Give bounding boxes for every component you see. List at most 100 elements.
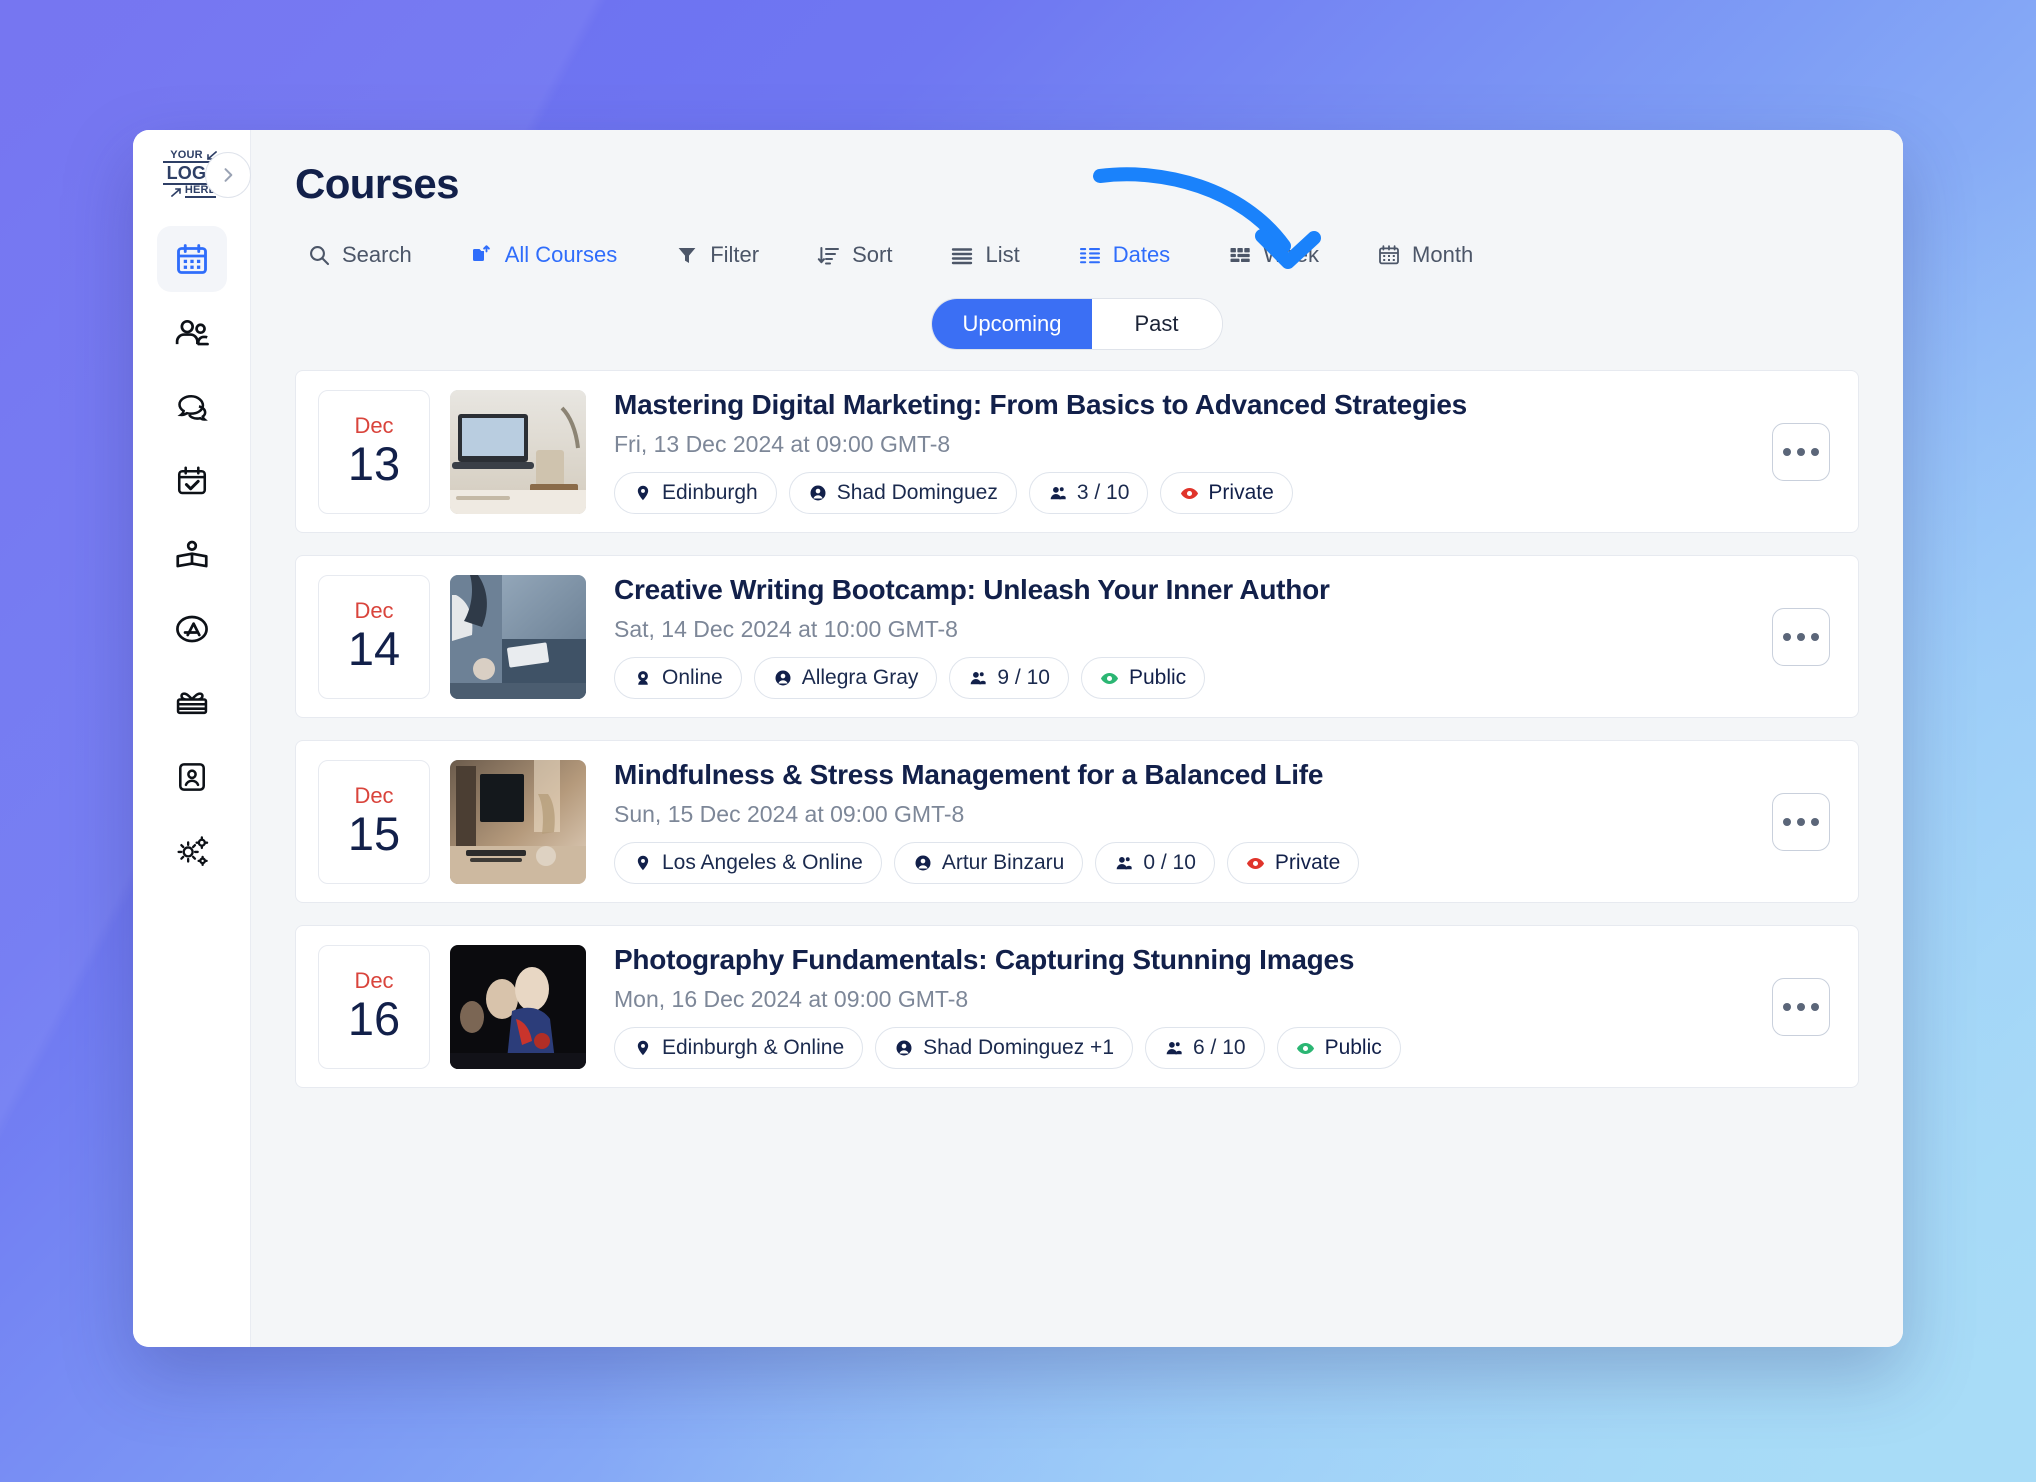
search-icon [307,243,331,267]
course-info: Creative Writing Bootcamp: Unleash Your … [606,574,1752,699]
pill-label: Artur Binzaru [941,851,1065,874]
sidebar-collapse-button[interactable] [205,152,251,198]
toolbar-label-filter: Filter [710,242,760,267]
filter-icon [675,243,699,267]
course-more-button[interactable] [1772,792,1830,851]
pill-attendance[interactable]: 3 / 10 [1028,472,1149,514]
sidebar-item-calendar[interactable] [156,226,227,292]
sidebar-item-tasks[interactable] [157,448,227,514]
pill-visibility[interactable]: Public [1276,1027,1401,1069]
open-book-icon [175,540,208,568]
date-day: 16 [347,991,401,1045]
toolbar-label-search: Search [342,242,412,267]
course-pill-row: Edinburgh Shad Dominguez 3 / 10 Private [614,472,1752,514]
attendees-icon [1048,483,1068,503]
course-info: Photography Fundamentals: Capturing Stun… [606,944,1752,1069]
course-datetime: Mon, 16 Dec 2024 at 09:00 GMT-8 [614,986,969,1012]
chat-bubbles-icon [176,394,208,421]
sidebar-item-settings[interactable] [157,818,227,884]
date-chip: Dec 14 [318,574,430,699]
pill-location[interactable]: Los Angeles & Online [614,842,882,884]
attendees-icon [1164,1038,1184,1058]
sidebar-item-profile[interactable] [157,744,227,810]
pill-label: Private [1208,481,1274,504]
toolbar-label-list: List [985,242,1020,267]
course-card[interactable]: Dec 15 Mindfulness & Stress Management f… [295,740,1859,903]
pill-label: Edinburgh [662,481,758,504]
toolbar-label-sort: Sort [852,242,893,267]
pill-visibility[interactable]: Public [1080,657,1206,699]
course-more-button[interactable] [1772,422,1830,481]
toolbar-item-dates[interactable]: Dates [1078,234,1200,276]
course-card[interactable]: Dec 14 Creative Writing Bootcamp: Unleas… [295,555,1859,718]
pill-host[interactable]: Shad Dominguez [788,472,1017,514]
list-icon [950,243,974,267]
person-circle-icon [808,483,828,503]
week-grid-icon [1228,243,1252,267]
toolbar-item-all-courses[interactable]: All Courses [470,234,647,276]
pill-attendance[interactable]: 6 / 10 [1145,1027,1265,1069]
pill-label: Allegra Gray [801,666,919,689]
date-chip: Dec 13 [318,389,430,514]
pill-host[interactable]: Allegra Gray [753,657,938,699]
eye-icon [1179,483,1199,503]
pill-label: Shad Dominguez +1 [923,1036,1115,1059]
course-card[interactable]: Dec 16 Photography Fundamentals: Capturi… [295,925,1859,1088]
course-card[interactable]: Dec 13 Mastering Digital Marketing: From… [295,370,1859,533]
sidebar-nav [133,226,250,884]
pill-host[interactable]: Shad Dominguez +1 [875,1027,1134,1069]
pill-location[interactable]: Edinburgh & Online [614,1027,864,1069]
attendees-icon [968,668,988,688]
toolbar-item-list[interactable]: List [950,234,1049,276]
pill-attendance[interactable]: 9 / 10 [949,657,1069,699]
tab-upcoming[interactable]: Upcoming [932,299,1092,349]
date-month: Dec [354,967,394,993]
location-pin-icon [633,1038,653,1058]
logo-line-1: YOUR [170,149,203,161]
date-month: Dec [354,597,394,623]
toolbar-item-search[interactable]: Search [307,234,442,276]
pill-label: 3 / 10 [1076,481,1130,504]
course-more-button[interactable] [1772,607,1830,666]
pill-attendance[interactable]: 0 / 10 [1095,842,1215,884]
course-info: Mindfulness & Stress Management for a Ba… [606,759,1752,884]
toolbar-label-week: Week [1263,242,1320,267]
arrow-up-right-icon [170,187,181,197]
id-card-icon [178,763,205,791]
person-circle-icon [894,1038,914,1058]
pill-label: Los Angeles & Online [662,851,863,874]
toolbar-item-sort[interactable]: Sort [817,234,922,276]
course-more-button[interactable] [1772,977,1830,1036]
sidebar-item-courses[interactable] [157,522,227,588]
sidebar-item-messages[interactable] [157,374,227,440]
pill-visibility[interactable]: Private [1160,472,1293,514]
pill-label: Public [1324,1036,1382,1059]
logo-row: YOUR LOGO HERE [133,130,251,218]
course-list: Dec 13 Mastering Digital Marketing: From… [251,370,1903,1347]
course-thumbnail [450,944,586,1069]
sidebar-item-people[interactable] [157,300,227,366]
person-circle-icon [773,668,793,688]
course-title: Mindfulness & Stress Management for a Ba… [614,759,1324,790]
pill-label: Edinburgh & Online [662,1036,845,1059]
course-title: Photography Fundamentals: Capturing Stun… [614,944,1355,975]
toolbar-item-filter[interactable]: Filter [675,234,789,276]
pill-location[interactable]: Edinburgh [614,472,777,514]
pill-location[interactable]: Online [614,657,742,699]
eye-icon [1246,853,1266,873]
attendees-icon [1114,853,1134,873]
eye-icon [1296,1038,1316,1058]
tab-past[interactable]: Past [1091,299,1222,349]
course-datetime: Fri, 13 Dec 2024 at 09:00 GMT-8 [614,431,951,457]
all-courses-icon [470,243,494,267]
toolbar-item-week[interactable]: Week [1228,234,1349,276]
webcam-icon [633,668,653,688]
pill-visibility[interactable]: Private [1226,842,1360,884]
date-chip: Dec 15 [318,759,430,884]
pill-label: 9 / 10 [997,666,1050,689]
pill-host[interactable]: Artur Binzaru [893,842,1084,884]
toolbar-item-month[interactable]: Month [1377,234,1503,276]
sidebar-item-rewards[interactable] [157,670,227,736]
sidebar-item-apps[interactable] [157,596,227,662]
toolbar-label-month: Month [1412,242,1474,267]
